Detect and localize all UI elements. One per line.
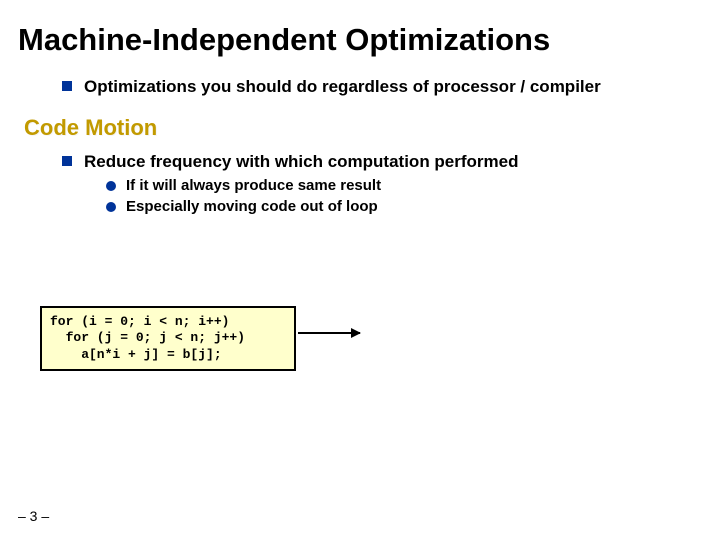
circle-bullet-icon [106,202,116,212]
bullet-intro: Optimizations you should do regardless o… [0,58,720,97]
page-number: – 3 – [18,508,49,524]
bullet-sub2: Especially moving code out of loop [0,194,720,215]
subheading: Code Motion [0,97,720,141]
sub1-text: If it will always produce same result [126,177,381,194]
page-title: Machine-Independent Optimizations [0,0,720,58]
code-block: for (i = 0; i < n; i++) for (j = 0; j < … [40,306,296,371]
sub2-text: Especially moving code out of loop [126,198,378,215]
square-bullet-icon [62,156,72,166]
circle-bullet-icon [106,181,116,191]
arrow-icon [298,332,360,334]
intro-text: Optimizations you should do regardless o… [84,76,601,97]
point-text: Reduce frequency with which computation … [84,151,519,172]
square-bullet-icon [62,81,72,91]
bullet-point: Reduce frequency with which computation … [0,141,720,172]
bullet-sub1: If it will always produce same result [0,173,720,194]
